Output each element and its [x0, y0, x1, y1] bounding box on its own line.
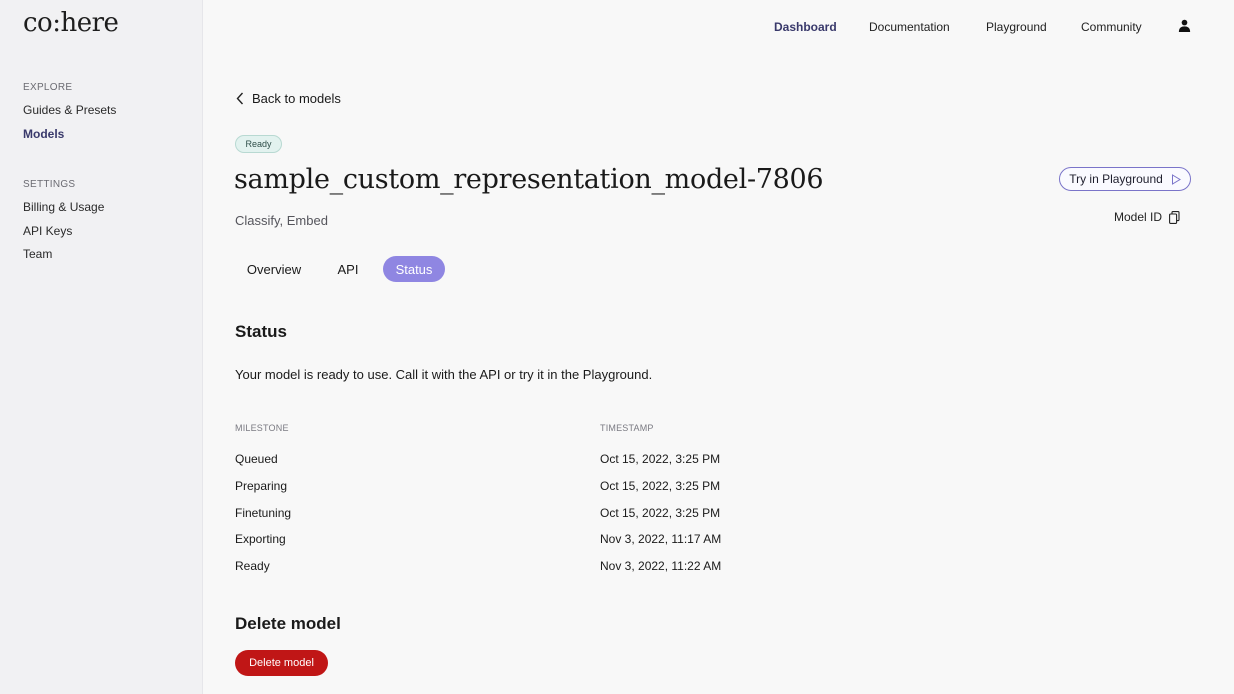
page-title: sample_custom_representation_model-7806: [234, 164, 824, 195]
sidebar-item-billing-usage[interactable]: Billing & Usage: [23, 200, 104, 214]
milestone-cell: Queued: [235, 452, 278, 466]
copy-icon[interactable]: [1169, 210, 1180, 224]
sidebar-item-models[interactable]: Models: [23, 127, 64, 141]
milestone-cell: Finetuning: [235, 506, 292, 520]
timestamp-cell: Nov 3, 2022, 11:22 AM: [600, 559, 722, 573]
timestamp-cell: Oct 15, 2022, 3:25 PM: [600, 506, 721, 520]
nav-documentation[interactable]: Documentation: [869, 20, 950, 34]
delete-model-button[interactable]: Delete model: [235, 650, 328, 676]
milestone-column-header: MILESTONE: [235, 423, 289, 433]
tab-api[interactable]: API: [326, 256, 370, 282]
model-id-label: Model ID: [1114, 210, 1163, 224]
milestone-cell: Preparing: [235, 479, 288, 493]
model-id-copy[interactable]: Model ID: [1114, 210, 1180, 224]
sidebar-item-guides-presets[interactable]: Guides & Presets: [23, 103, 116, 117]
timestamp-column-header: TIMESTAMP: [600, 423, 654, 433]
status-heading: Status: [235, 322, 287, 341]
delete-model-heading: Delete model: [235, 614, 341, 633]
model-endpoints: Classify, Embed: [235, 213, 328, 228]
status-badge: Ready: [235, 135, 282, 153]
timestamp-cell: Oct 15, 2022, 3:25 PM: [600, 452, 721, 466]
top-navigation: Dashboard Documentation Playground Commu…: [0, 19, 1234, 36]
tab-status[interactable]: Status: [383, 256, 445, 282]
settings-section-label: SETTINGS: [23, 179, 76, 190]
play-icon: [1171, 173, 1181, 185]
nav-community[interactable]: Community: [1081, 20, 1142, 34]
back-link-label: Back to models: [252, 91, 341, 106]
chevron-left-icon: [236, 92, 244, 105]
status-description: Your model is ready to use. Call it with…: [235, 367, 653, 382]
sidebar: co:here EXPLORE Guides & Presets Models …: [0, 0, 203, 694]
try-in-playground-button[interactable]: Try in Playground: [1059, 167, 1191, 191]
milestone-cell: Ready: [235, 559, 270, 573]
milestone-cell: Exporting: [235, 532, 286, 546]
try-in-playground-label: Try in Playground: [1069, 172, 1163, 186]
tab-overview[interactable]: Overview: [235, 256, 313, 282]
user-icon[interactable]: [1178, 19, 1191, 32]
explore-section-label: EXPLORE: [23, 82, 73, 93]
nav-dashboard[interactable]: Dashboard: [774, 20, 837, 34]
nav-playground[interactable]: Playground: [986, 20, 1047, 34]
back-to-models-link[interactable]: Back to models: [236, 91, 341, 106]
timestamp-cell: Oct 15, 2022, 3:25 PM: [600, 479, 721, 493]
sidebar-item-api-keys[interactable]: API Keys: [23, 224, 72, 238]
sidebar-item-team[interactable]: Team: [23, 247, 52, 261]
timestamp-cell: Nov 3, 2022, 11:17 AM: [600, 532, 722, 546]
